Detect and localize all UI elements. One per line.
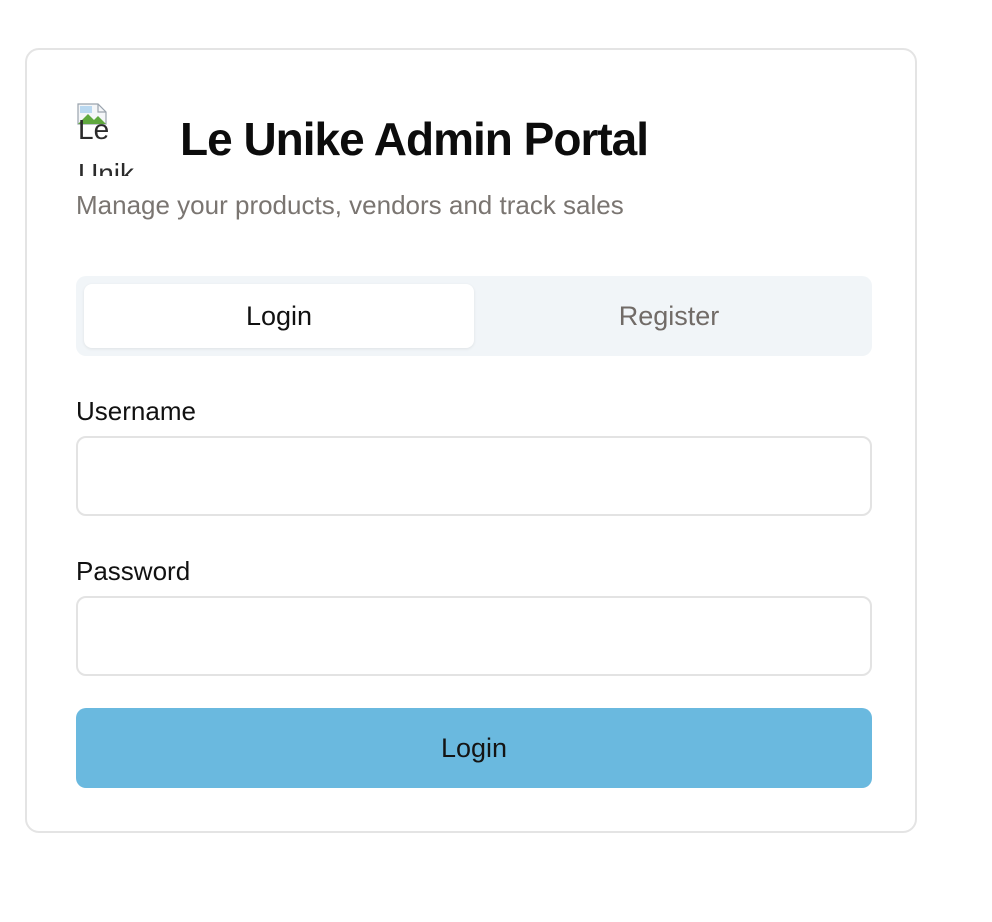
tab-login[interactable]: Login <box>84 284 474 348</box>
logo-image-broken: Le Unike <box>76 102 140 176</box>
password-input[interactable] <box>76 596 872 676</box>
password-label: Password <box>76 556 191 586</box>
tab-register[interactable]: Register <box>474 284 864 348</box>
page-subtitle: Manage your products, vendors and track … <box>76 190 624 220</box>
username-label: Username <box>76 396 196 426</box>
logo-alt-text: Le Unike <box>78 114 135 176</box>
page-title: Le Unike Admin Portal <box>180 113 649 165</box>
card-header: Le Unike Le Unike Admin Portal <box>76 102 649 176</box>
login-submit-button[interactable]: Login <box>76 708 872 788</box>
username-input[interactable] <box>76 436 872 516</box>
login-card: Le Unike Le Unike Admin Portal Manage yo… <box>25 48 917 833</box>
auth-tabs: Login Register <box>76 276 872 356</box>
